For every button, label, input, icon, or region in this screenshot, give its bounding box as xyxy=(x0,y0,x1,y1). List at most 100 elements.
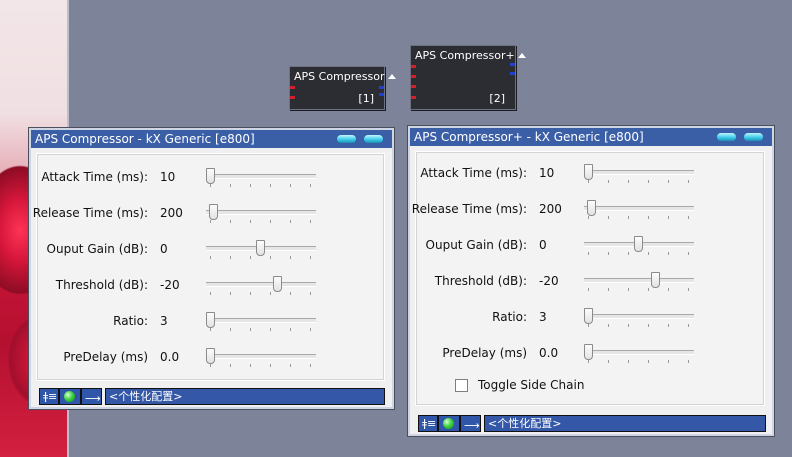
slider-tick xyxy=(648,324,649,327)
slider-tick xyxy=(270,220,271,223)
dsp-node-aps-compressor-plus[interactable]: APS Compressor+ [2] xyxy=(410,45,526,110)
slider-track[interactable] xyxy=(206,354,316,359)
node-title: APS Compressor+ xyxy=(415,49,515,62)
slider-tick xyxy=(648,360,649,363)
slider-thumb[interactable] xyxy=(206,168,215,184)
eq-sliders-icon[interactable]: ǂ≡ xyxy=(39,388,59,405)
slider-thumb[interactable] xyxy=(587,200,596,216)
slider-thumb[interactable] xyxy=(206,312,215,328)
slider-track[interactable] xyxy=(206,174,316,179)
slider-tick xyxy=(648,288,649,291)
node-id: [1] xyxy=(358,92,374,105)
status-led-icon[interactable] xyxy=(64,391,75,402)
slider-tick xyxy=(210,328,211,331)
slider-thumb[interactable] xyxy=(209,204,218,220)
param-value: 10 xyxy=(539,166,555,180)
param-value: 3 xyxy=(539,310,547,324)
input-pin[interactable] xyxy=(411,75,416,78)
plugin-window-aps-compressor-plus: APS Compressor+ - kX Generic [e800] Atta… xyxy=(408,126,774,436)
param-label: Threshold (dB): xyxy=(434,274,527,288)
input-pin[interactable] xyxy=(290,96,295,99)
close-icon[interactable] xyxy=(364,135,383,143)
slider-thumb[interactable] xyxy=(584,344,593,360)
slider-tick xyxy=(688,288,689,291)
slider-thumb[interactable] xyxy=(634,236,643,252)
slider-tick xyxy=(628,216,629,219)
collapse-triangle-icon[interactable] xyxy=(517,53,526,58)
slider-tick xyxy=(250,220,251,223)
slider-tick xyxy=(230,220,231,223)
slider-tick xyxy=(290,184,291,187)
arrow-right-icon[interactable]: ⟶ xyxy=(81,388,102,405)
slider-track[interactable] xyxy=(206,282,316,287)
slider-tick xyxy=(270,292,271,295)
slider-thumb[interactable] xyxy=(651,272,660,288)
eq-sliders-icon[interactable]: ǂ≡ xyxy=(418,415,438,432)
slider-tick xyxy=(588,360,589,363)
slider-tick xyxy=(250,364,251,367)
minimize-icon[interactable] xyxy=(717,133,736,141)
slider-tick xyxy=(588,288,589,291)
slider-track[interactable] xyxy=(584,170,694,175)
slider-tick xyxy=(608,180,609,183)
input-pin[interactable] xyxy=(411,65,416,68)
minimize-icon[interactable] xyxy=(337,135,356,143)
slider-track[interactable] xyxy=(584,350,694,355)
slider-track[interactable] xyxy=(584,278,694,283)
slider-thumb[interactable] xyxy=(256,240,265,256)
toggle-side-chain-label: Toggle Side Chain xyxy=(478,378,585,392)
input-pin[interactable] xyxy=(411,96,416,99)
slider-tick xyxy=(588,216,589,219)
slider-tick xyxy=(648,252,649,255)
slider-tick xyxy=(250,328,251,331)
param-value: 0.0 xyxy=(160,350,180,364)
slider-tick xyxy=(628,288,629,291)
output-pin[interactable] xyxy=(510,63,515,66)
slider-tick xyxy=(608,324,609,327)
param-label: Ouput Gain (dB): xyxy=(46,242,148,256)
preset-selector[interactable]: <个性化配置> xyxy=(484,415,766,432)
param-row: Threshold (dB): -20 xyxy=(31,276,371,296)
collapse-triangle-icon[interactable] xyxy=(387,74,396,79)
param-label: Ratio: xyxy=(113,314,148,328)
slider-tick xyxy=(290,256,291,259)
status-led-icon[interactable] xyxy=(443,418,454,429)
slider-track[interactable] xyxy=(206,318,316,323)
slider-thumb[interactable] xyxy=(584,308,593,324)
slider-tick xyxy=(210,184,211,187)
param-row: Threshold (dB): -20 xyxy=(410,272,750,292)
param-value: 0 xyxy=(160,242,168,256)
param-row: Ratio: 3 xyxy=(410,308,750,328)
slider-thumb[interactable] xyxy=(584,164,593,180)
slider-tick xyxy=(688,360,689,363)
output-pin[interactable] xyxy=(379,93,384,96)
slider-thumb[interactable] xyxy=(206,348,215,364)
slider-tick xyxy=(270,364,271,367)
slider-tick xyxy=(210,292,211,295)
dsp-node-aps-compressor[interactable]: APS Compressor [1] xyxy=(289,66,396,110)
slider-tick xyxy=(608,288,609,291)
output-pin[interactable] xyxy=(510,72,515,75)
input-pin[interactable] xyxy=(411,85,416,88)
param-row: PreDelay (ms) 0.0 xyxy=(410,344,750,364)
slider-tick xyxy=(310,364,311,367)
slider-track[interactable] xyxy=(206,210,316,215)
slider-track[interactable] xyxy=(584,206,694,211)
slider-tick xyxy=(588,324,589,327)
slider-track[interactable] xyxy=(584,314,694,319)
toggle-side-chain-checkbox[interactable] xyxy=(455,379,468,392)
param-value: 200 xyxy=(539,202,562,216)
output-pin[interactable] xyxy=(379,86,384,89)
slider-tick xyxy=(668,252,669,255)
close-icon[interactable] xyxy=(744,133,763,141)
slider-thumb[interactable] xyxy=(273,276,282,292)
input-pin[interactable] xyxy=(290,86,295,89)
param-label: Threshold (dB): xyxy=(55,278,148,292)
preset-selector[interactable]: <个性化配置> xyxy=(105,388,385,405)
slider-tick xyxy=(688,216,689,219)
arrow-right-icon[interactable]: ⟶ xyxy=(460,415,481,432)
slider-tick xyxy=(688,324,689,327)
slider-tick xyxy=(250,292,251,295)
param-row: Attack Time (ms): 10 xyxy=(31,168,371,188)
param-label: Attack Time (ms): xyxy=(420,166,527,180)
